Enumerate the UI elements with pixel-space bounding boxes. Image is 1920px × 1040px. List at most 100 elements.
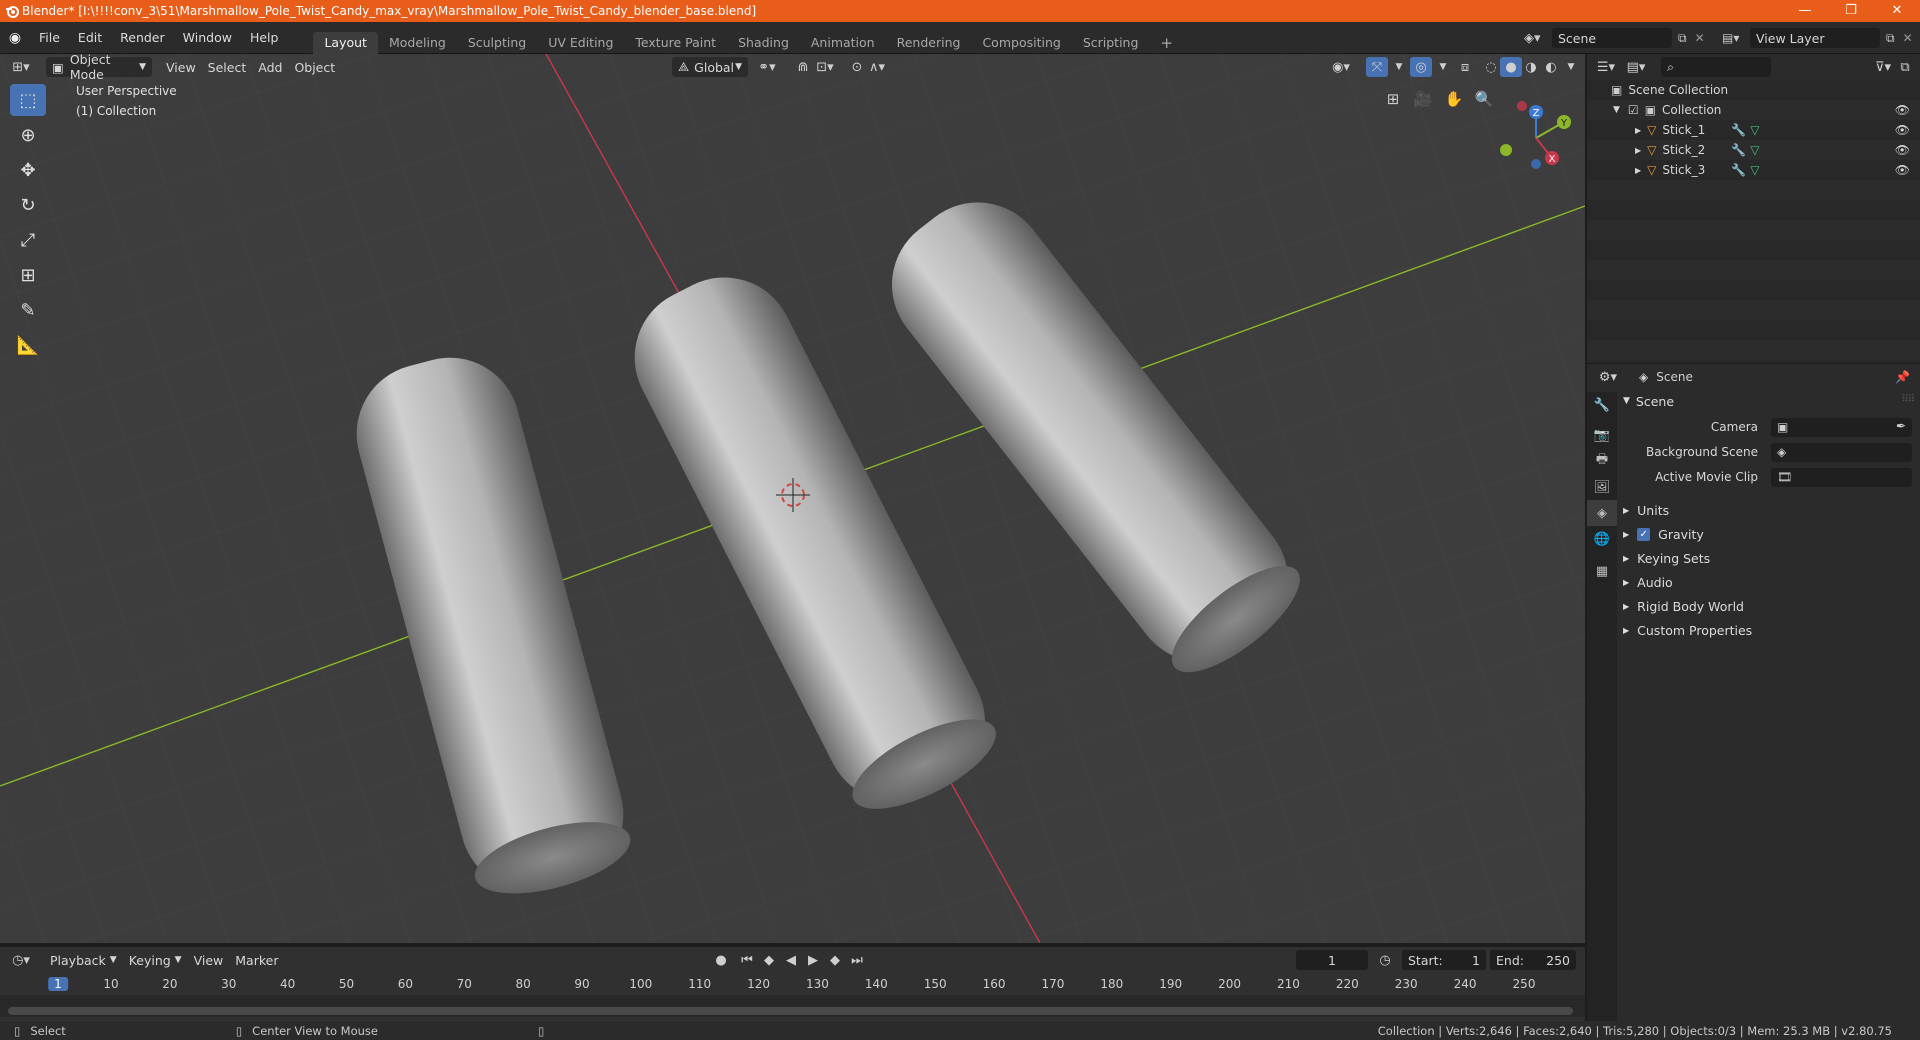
overlay-dropdown-icon[interactable]: ▼ (1432, 57, 1454, 77)
proportional-edit-icon[interactable]: ⊙ (846, 57, 868, 77)
move-tool-icon[interactable]: ✥ (10, 154, 46, 186)
checkbox-icon[interactable]: ☑ (1628, 103, 1639, 117)
active-movie-clip-field[interactable]: 🎞 (1771, 468, 1912, 487)
shading-dropdown-icon[interactable]: ▼ (1560, 57, 1582, 77)
expand-arrow-icon[interactable]: ▶ (1635, 146, 1641, 155)
falloff-icon[interactable]: ∧▾ (866, 57, 888, 77)
start-frame-field[interactable]: Start: 1 (1402, 950, 1486, 970)
tool-tab-icon[interactable]: 🔧 (1587, 392, 1617, 418)
gravity-panel-header[interactable]: ▶ ✓ Gravity (1623, 523, 1704, 545)
record-icon[interactable]: ● (710, 950, 732, 970)
end-frame-field[interactable]: End: 250 (1490, 950, 1576, 970)
view-layer-selector[interactable]: View Layer (1750, 28, 1880, 48)
jump-end-icon[interactable]: ⏭ (846, 950, 868, 970)
snap-icon[interactable]: ⋒ (792, 57, 814, 77)
add-workspace-button[interactable]: + (1149, 32, 1184, 54)
rendered-shading-icon[interactable]: ◐ (1540, 57, 1562, 77)
next-keyframe-icon[interactable]: ◆ (824, 950, 846, 970)
expand-arrow-icon[interactable]: ▶ (1635, 166, 1641, 175)
eye-icon[interactable]: 👁 (1895, 143, 1910, 157)
timeline-menu-marker[interactable]: Marker (229, 950, 284, 970)
timeline-menu-view[interactable]: View (188, 950, 230, 970)
menu-render[interactable]: Render (111, 22, 174, 54)
outliner-row-stick-3[interactable]: ▶ ▽ Stick_3 🔧 ▽ 👁 (1587, 160, 1920, 180)
scene-panel-header[interactable]: ▼ Scene (1623, 390, 1674, 412)
world-tab-icon[interactable]: 🌐 (1587, 526, 1617, 552)
drag-handle-icon[interactable]: ⠿⠿ (1901, 394, 1915, 405)
viewport-menu-view[interactable]: View (160, 57, 202, 77)
camera-view-icon[interactable]: 🎥 (1410, 86, 1436, 112)
rotate-tool-icon[interactable]: ↻ (10, 189, 46, 221)
tab-scripting[interactable]: Scripting (1072, 32, 1150, 54)
eye-icon[interactable]: 👁 (1895, 123, 1910, 137)
new-collection-icon[interactable]: ⧉ (1894, 57, 1916, 77)
3d-viewport[interactable]: ⊞▾ ▣ Object Mode ▼ View Select Add Objec… (0, 54, 1585, 943)
navigation-gizmo[interactable]: Z Y X (1490, 90, 1580, 180)
texture-tab-icon[interactable]: ▦ (1587, 558, 1617, 584)
menu-edit[interactable]: Edit (69, 22, 111, 54)
maximize-button[interactable]: ❐ (1828, 0, 1874, 22)
outliner-row-scene-collection[interactable]: ▣ Scene Collection (1587, 80, 1920, 100)
gizmo-icon[interactable]: ⤧ (1366, 57, 1388, 77)
close-button[interactable]: ✕ (1874, 0, 1920, 22)
menu-help[interactable]: Help (241, 22, 288, 54)
preview-range-icon[interactable]: ◷ (1374, 950, 1396, 970)
background-scene-field[interactable]: ◈ (1771, 443, 1912, 462)
cursor-tool-icon[interactable]: ⊕ (10, 119, 46, 151)
display-mode-icon[interactable]: ▤▾ (1625, 57, 1647, 77)
material-shading-icon[interactable]: ◑ (1520, 57, 1542, 77)
camera-field[interactable]: ▣ ✒ (1771, 418, 1912, 437)
outliner-row-stick-1[interactable]: ▶ ▽ Stick_1 🔧 ▽ 👁 (1587, 120, 1920, 140)
play-reverse-icon[interactable]: ◀ (780, 950, 802, 970)
tab-layout[interactable]: Layout (313, 31, 378, 54)
scene-tab-icon[interactable]: ◈ (1587, 500, 1617, 526)
outliner-editor-type-icon[interactable]: ☰▾ (1595, 57, 1617, 77)
tab-texture-paint[interactable]: Texture Paint (624, 32, 727, 54)
eye-icon[interactable]: 👁 (1895, 163, 1910, 177)
menu-window[interactable]: Window (174, 22, 241, 54)
keying-sets-panel-header[interactable]: ▶ Keying Sets (1623, 547, 1710, 569)
tab-shading[interactable]: Shading (727, 32, 800, 54)
tab-rendering[interactable]: Rendering (886, 32, 972, 54)
tab-animation[interactable]: Animation (800, 32, 886, 54)
xray-icon[interactable]: ⧈ (1454, 57, 1476, 77)
current-frame-marker[interactable]: 1 (48, 977, 68, 991)
properties-editor-type-icon[interactable]: ⚙▾ (1597, 367, 1619, 387)
pan-view-icon[interactable]: ✋ (1441, 86, 1467, 112)
delete-view-layer-icon[interactable]: ✕ (1903, 31, 1913, 45)
viewport-menu-object[interactable]: Object (288, 57, 341, 77)
select-box-tool-icon[interactable]: ⬚ (10, 84, 46, 116)
outliner-search-input[interactable]: ⌕ (1661, 57, 1771, 77)
new-scene-icon[interactable]: ⧉ (1678, 31, 1687, 46)
snap-target-icon[interactable]: ⊡▾ (814, 57, 836, 77)
units-panel-header[interactable]: ▶ Units (1623, 499, 1669, 521)
tab-sculpting[interactable]: Sculpting (457, 32, 537, 54)
pivot-point-icon[interactable]: ⚭▾ (756, 57, 778, 77)
measure-tool-icon[interactable]: 📐 (10, 329, 46, 361)
scene-selector[interactable]: Scene (1552, 28, 1672, 48)
menu-file[interactable]: File (30, 22, 69, 54)
tab-compositing[interactable]: Compositing (971, 32, 1071, 54)
viewport-menu-select[interactable]: Select (202, 57, 253, 77)
pin-icon[interactable]: 📌 (1895, 370, 1910, 384)
transform-tool-icon[interactable]: ⊞ (10, 259, 46, 291)
current-frame-field[interactable]: 1 (1296, 950, 1368, 970)
tab-uv-editing[interactable]: UV Editing (537, 32, 624, 54)
expand-arrow-icon[interactable]: ▶ (1635, 126, 1641, 135)
outliner-row-stick-2[interactable]: ▶ ▽ Stick_2 🔧 ▽ 👁 (1587, 140, 1920, 160)
transform-orientation-dropdown[interactable]: ⟁ Global ▼ (672, 57, 748, 77)
minimize-button[interactable]: — (1782, 0, 1828, 22)
expand-arrow-icon[interactable]: ▼ (1613, 105, 1620, 115)
play-icon[interactable]: ▶ (802, 950, 824, 970)
audio-panel-header[interactable]: ▶ Audio (1623, 571, 1673, 593)
timeline-menu-playback[interactable]: Playback ▼ (44, 950, 123, 970)
eyedropper-icon[interactable]: ✒ (1896, 419, 1906, 433)
timeline-ruler[interactable]: 1 10 20 30 40 50 60 70 80 90 100 110 120 130 140 150 160… (0, 973, 1585, 1017)
filter-icon[interactable]: ⊽▾ (1872, 57, 1894, 77)
annotate-tool-icon[interactable]: ✎ (10, 294, 46, 326)
eye-icon[interactable]: 👁 (1895, 103, 1910, 117)
timeline-editor-type-icon[interactable]: ◷▾ (10, 950, 32, 970)
viewport-menu-add[interactable]: Add (252, 57, 288, 77)
overlay-icon[interactable]: ◎ (1410, 57, 1432, 77)
object-mode-dropdown[interactable]: ▣ Object Mode ▼ (46, 54, 152, 82)
